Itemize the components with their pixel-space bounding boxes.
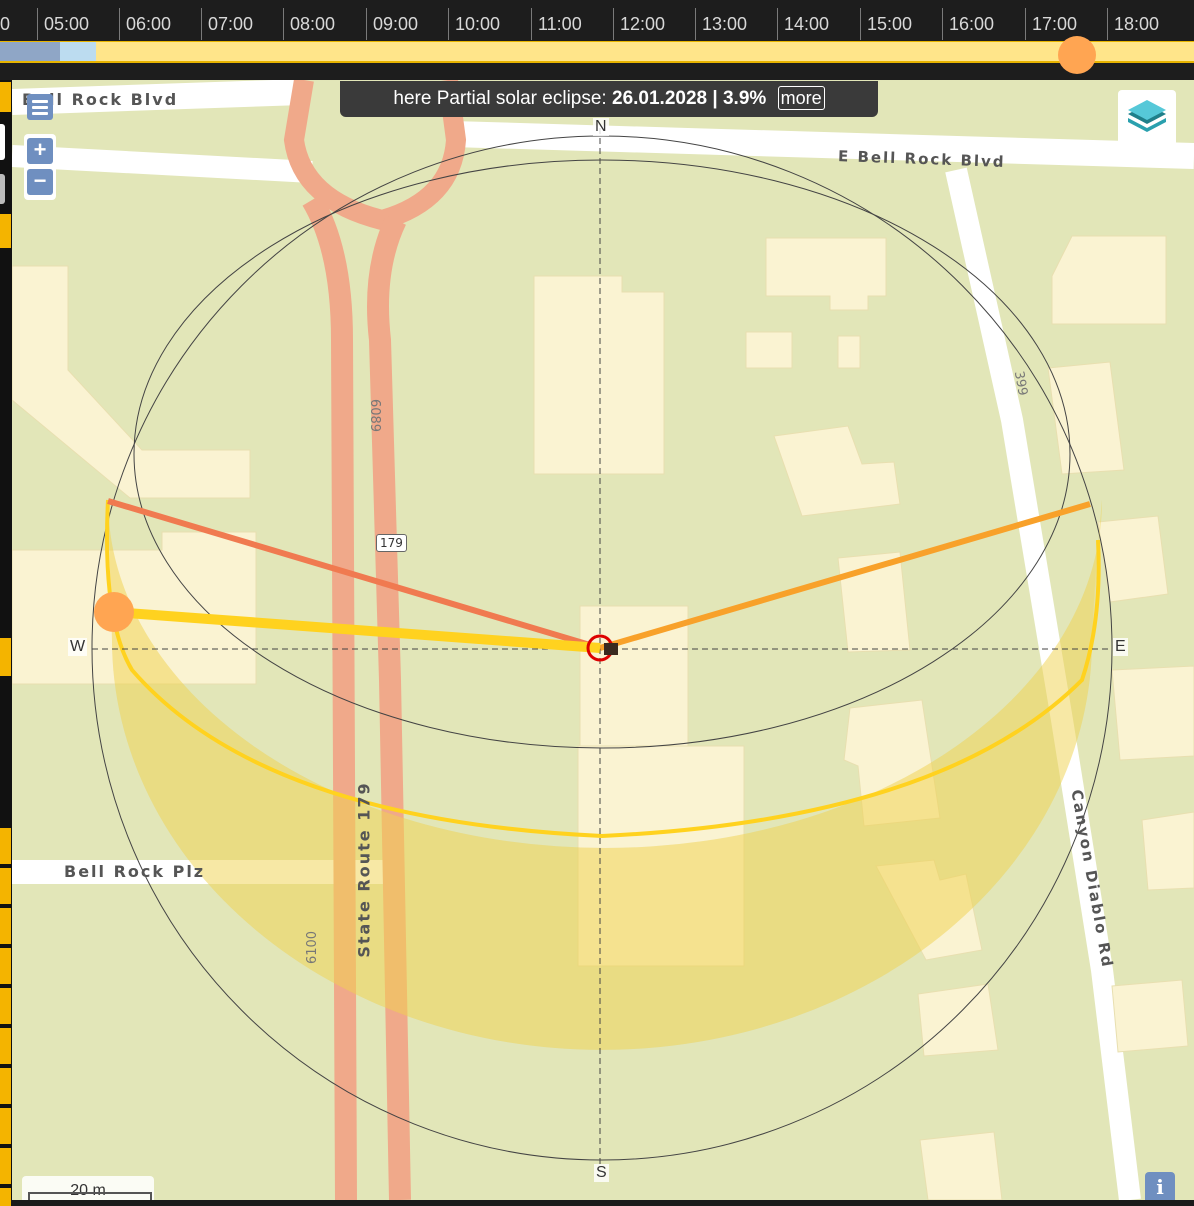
- building: [919, 1131, 1003, 1200]
- marker-square: [604, 643, 618, 655]
- map-canvas[interactable]: Bell Rock Blvd E Bell Rock Blvd Bell Roc…: [12, 80, 1194, 1200]
- timeline[interactable]: 0 05:00 06:00 07:00 08:00 09:00 10:00 11…: [0, 0, 1194, 80]
- eclipse-percent: 3.9%: [722, 88, 767, 109]
- time-slider-handle[interactable]: [1058, 36, 1096, 74]
- hour-label: 08:00: [283, 8, 365, 40]
- road-side: [12, 145, 313, 183]
- layers-icon: [1128, 100, 1166, 132]
- building: [1047, 361, 1125, 475]
- compass-south: S: [594, 1164, 609, 1182]
- route-lane-west: [302, 194, 357, 1200]
- hour-labels: 0 05:00 06:00 07:00 08:00 09:00 10:00 11…: [0, 0, 1194, 40]
- hour-label: 09:00: [366, 8, 448, 40]
- building: [773, 425, 901, 517]
- more-button[interactable]: more: [777, 86, 825, 110]
- building: [917, 983, 999, 1057]
- twilight-segment: [60, 42, 96, 61]
- building: [765, 237, 887, 311]
- strip-marker: [0, 638, 11, 676]
- building: [1051, 235, 1167, 325]
- route-lane-east: [367, 215, 411, 1200]
- hour-label: 13:00: [695, 8, 777, 40]
- strip-tab[interactable]: [0, 124, 5, 160]
- hamburger-icon: [32, 106, 48, 109]
- eclipse-banner: here Partial solar eclipse: 26.01.2028 |…: [340, 81, 878, 117]
- compass-east: E: [1113, 638, 1128, 656]
- hamburger-icon: [32, 100, 48, 103]
- hour-label: 15:00: [860, 8, 942, 40]
- menu-button[interactable]: [27, 94, 53, 120]
- eclipse-date: 26.01.2028: [612, 88, 708, 109]
- hamburger-icon: [32, 112, 48, 115]
- road-number-6089: 6089: [367, 398, 383, 433]
- night-segment: [0, 42, 60, 61]
- building: [745, 331, 793, 369]
- route-shield-179: 179: [376, 534, 407, 552]
- scale-ruler: [28, 1192, 152, 1200]
- building: [12, 265, 251, 499]
- hour-label: 05:00: [37, 8, 119, 40]
- hour-label: 11:00: [531, 8, 613, 40]
- road-label-state-route: State Route 179: [354, 781, 374, 958]
- strip-marker: [0, 214, 11, 248]
- hour-label: 06:00: [119, 8, 201, 40]
- compass-west: W: [68, 638, 88, 656]
- road-number-6100: 6100: [305, 930, 321, 965]
- building: [1111, 665, 1194, 761]
- building: [1141, 811, 1194, 891]
- info-button[interactable]: i: [1145, 1172, 1175, 1200]
- building: [837, 335, 861, 369]
- layers-button[interactable]: [1118, 90, 1176, 148]
- left-side-strip: [0, 80, 12, 1206]
- scale-bar: 20 m: [22, 1176, 154, 1200]
- eclipse-separator: |: [712, 88, 718, 109]
- strip-tab[interactable]: [0, 174, 5, 204]
- zoom-out-button[interactable]: −: [27, 169, 53, 195]
- eclipse-prefix: here Partial solar eclipse:: [393, 88, 607, 109]
- hour-label: 16:00: [942, 8, 1024, 40]
- zoom-in-button[interactable]: +: [27, 138, 53, 164]
- strip-marker: [0, 82, 11, 112]
- map-graphics: [12, 80, 1194, 1200]
- road-label-bell-rock-plz: Bell Rock Plz: [64, 862, 206, 881]
- compass-north: N: [593, 118, 609, 136]
- hour-label: 07:00: [201, 8, 283, 40]
- hour-label: 14:00: [777, 8, 859, 40]
- hour-label: 10:00: [448, 8, 530, 40]
- hour-label: 17:00: [1025, 8, 1107, 40]
- hour-label: 18:00: [1107, 8, 1189, 40]
- strip-marker: [0, 828, 11, 1206]
- building: [533, 275, 665, 475]
- daylight-bar[interactable]: [0, 41, 1194, 63]
- hour-label: 12:00: [613, 8, 695, 40]
- building: [1111, 979, 1189, 1053]
- sun-position-icon[interactable]: [94, 592, 134, 632]
